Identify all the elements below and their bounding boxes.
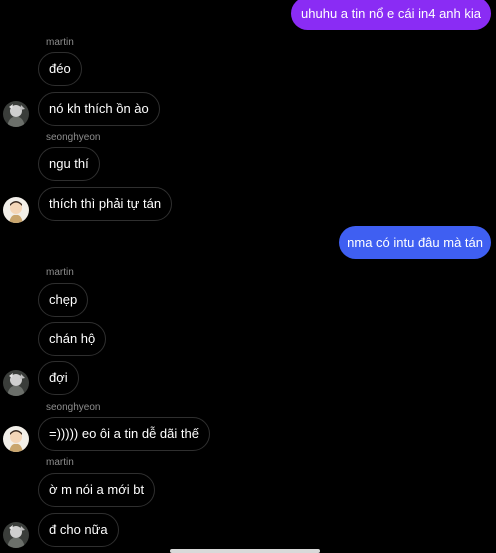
home-indicator[interactable] xyxy=(170,549,320,553)
sender-name: martin xyxy=(46,267,74,278)
incoming-message[interactable]: nó kh thích ồn ào xyxy=(38,92,160,126)
outgoing-message[interactable]: uhuhu a tin nổ e cái in4 anh kia xyxy=(291,0,491,30)
martin-avatar[interactable] xyxy=(3,522,29,548)
incoming-message[interactable]: ngu thí xyxy=(38,147,100,181)
incoming-message[interactable]: =))))) eo ôi a tin dễ dãi thế xyxy=(38,417,210,451)
incoming-message[interactable]: đợi xyxy=(38,361,79,395)
sender-name: seonghyeon xyxy=(46,402,101,413)
incoming-message[interactable]: chẹp xyxy=(38,283,89,317)
incoming-message[interactable]: đ cho nữa xyxy=(38,513,119,547)
sender-name: martin xyxy=(46,37,74,48)
martin-avatar[interactable] xyxy=(3,370,29,396)
incoming-message[interactable]: thích thì phải tự tán xyxy=(38,187,173,221)
incoming-message[interactable]: chán hộ xyxy=(38,322,107,356)
sender-name: seonghyeon xyxy=(46,132,101,143)
seonghyeon-avatar[interactable] xyxy=(3,426,29,452)
outgoing-message[interactable]: nma có intu đâu mà tán xyxy=(339,226,491,259)
sender-name: martin xyxy=(46,457,74,468)
martin-avatar[interactable] xyxy=(3,101,29,127)
incoming-message[interactable]: đéo xyxy=(38,52,82,86)
incoming-message[interactable]: ờ m nói a mới bt xyxy=(38,473,156,507)
seonghyeon-avatar[interactable] xyxy=(3,197,29,223)
